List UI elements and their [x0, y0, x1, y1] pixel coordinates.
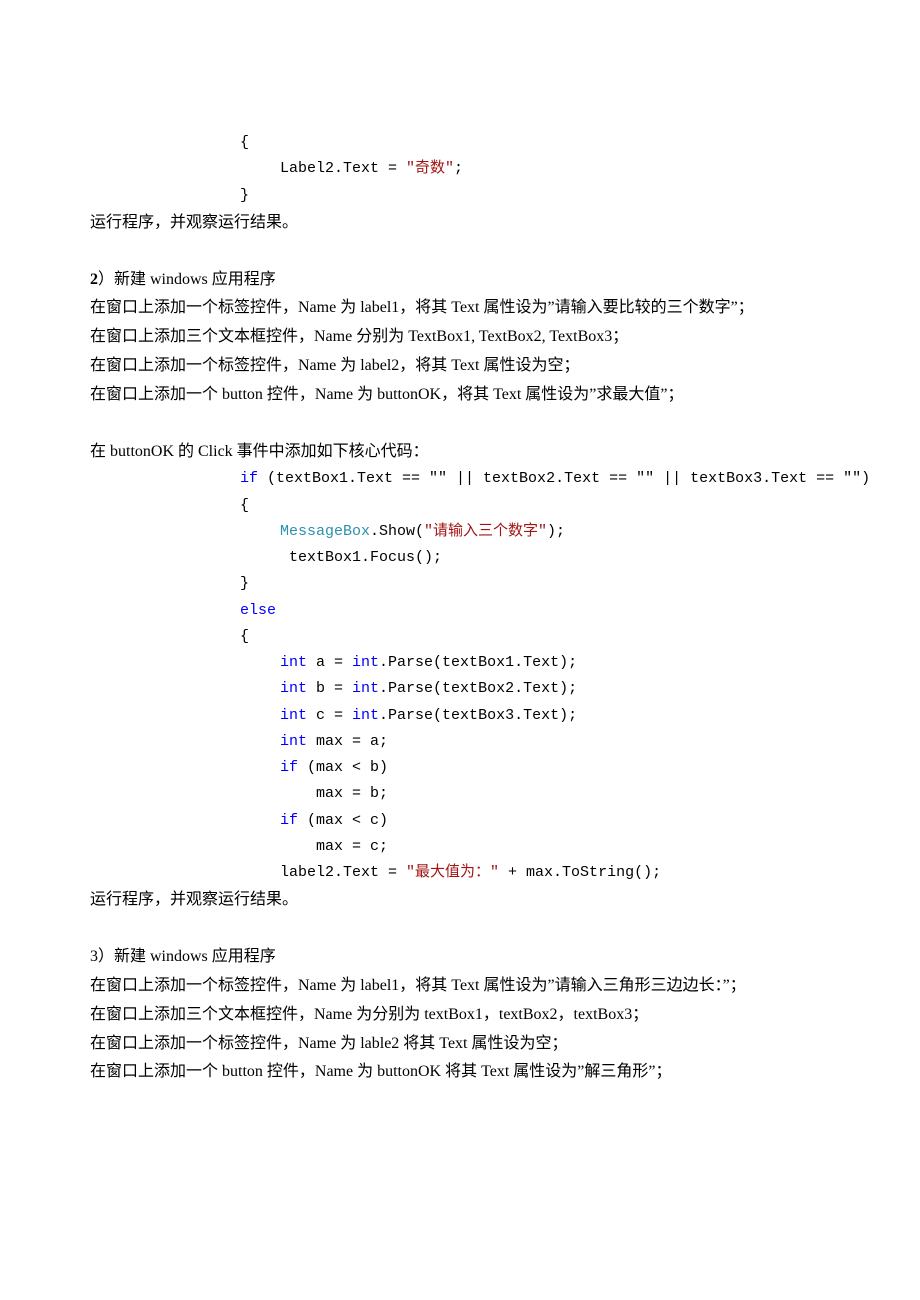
code-text: ; — [454, 160, 463, 177]
code-line: else — [90, 598, 830, 624]
paragraph: 在 buttonOK 的 Click 事件中添加如下核心代码： — [90, 438, 830, 467]
code-text: .Parse(textBox3.Text); — [379, 707, 577, 724]
code-text: (max < b) — [298, 759, 388, 776]
code-line: max = b; — [90, 781, 830, 807]
paragraph: 在窗口上添加一个标签控件，Name 为 label1，将其 Text 属性设为”… — [90, 294, 830, 323]
code-text: b = — [307, 680, 352, 697]
code-line: textBox1.Focus(); — [90, 545, 830, 571]
document-page: { Label2.Text = "奇数"; } 运行程序，并观察运行结果。 2）… — [0, 0, 920, 1300]
paragraph: 运行程序，并观察运行结果。 — [90, 886, 830, 915]
code-text: .Parse(textBox2.Text); — [379, 680, 577, 697]
section-number: 2 — [90, 271, 98, 288]
paragraph: 在窗口上添加一个标签控件，Name 为 lable2 将其 Text 属性设为空… — [90, 1030, 830, 1059]
paragraph: 运行程序，并观察运行结果。 — [90, 209, 830, 238]
code-text: ); — [547, 523, 565, 540]
code-keyword: if — [240, 470, 258, 487]
section-title-2: 2）新建 windows 应用程序 — [90, 266, 830, 295]
code-line: if (max < c) — [90, 808, 830, 834]
code-keyword: int — [280, 707, 307, 724]
code-text: + max.ToString(); — [499, 864, 661, 881]
code-line: if (max < b) — [90, 755, 830, 781]
code-line: { — [90, 624, 830, 650]
code-line: int c = int.Parse(textBox3.Text); — [90, 703, 830, 729]
code-keyword: int — [280, 680, 307, 697]
code-keyword: int — [352, 707, 379, 724]
paragraph: 在窗口上添加一个标签控件，Name 为 label2，将其 Text 属性设为空… — [90, 352, 830, 381]
code-keyword: int — [352, 654, 379, 671]
code-line: { — [90, 130, 830, 156]
code-keyword: if — [280, 812, 298, 829]
paragraph: 在窗口上添加三个文本框控件，Name 为分别为 textBox1，textBox… — [90, 1001, 830, 1030]
code-line: int max = a; — [90, 729, 830, 755]
code-text: c = — [307, 707, 352, 724]
paragraph: 在窗口上添加一个标签控件，Name 为 label1，将其 Text 属性设为”… — [90, 972, 830, 1001]
code-text: max = a; — [307, 733, 388, 750]
code-string: "请输入三个数字" — [424, 523, 547, 540]
code-text: .Show( — [370, 523, 424, 540]
code-text: a = — [307, 654, 352, 671]
code-line: if (textBox1.Text == "" || textBox2.Text… — [90, 466, 830, 492]
code-text: label2.Text = — [280, 864, 406, 881]
code-keyword: int — [352, 680, 379, 697]
code-string: "奇数" — [406, 160, 454, 177]
code-keyword: int — [280, 654, 307, 671]
code-line: { — [90, 493, 830, 519]
paragraph: 在窗口上添加一个 button 控件，Name 为 buttonOK，将其 Te… — [90, 381, 830, 410]
code-class: MessageBox — [280, 523, 370, 540]
code-text: (max < c) — [298, 812, 388, 829]
code-text: Label2.Text = — [280, 160, 406, 177]
code-line: int b = int.Parse(textBox2.Text); — [90, 676, 830, 702]
code-line: Label2.Text = "奇数"; — [90, 156, 830, 182]
code-keyword: else — [240, 602, 276, 619]
code-line: int a = int.Parse(textBox1.Text); — [90, 650, 830, 676]
code-keyword: int — [280, 733, 307, 750]
code-text: .Parse(textBox1.Text); — [379, 654, 577, 671]
paragraph: 在窗口上添加三个文本框控件，Name 分别为 TextBox1, TextBox… — [90, 323, 830, 352]
code-line: label2.Text = "最大值为：" + max.ToString(); — [90, 860, 830, 886]
code-line: } — [90, 183, 830, 209]
code-string: "最大值为：" — [406, 864, 499, 881]
code-line: max = c; — [90, 834, 830, 860]
section-title-3: 3）新建 windows 应用程序 — [90, 943, 830, 972]
code-text: (textBox1.Text == "" || textBox2.Text ==… — [258, 470, 870, 487]
code-line: } — [90, 571, 830, 597]
section-title-text: ）新建 windows 应用程序 — [98, 271, 276, 288]
code-line: MessageBox.Show("请输入三个数字"); — [90, 519, 830, 545]
code-keyword: if — [280, 759, 298, 776]
paragraph: 在窗口上添加一个 button 控件，Name 为 buttonOK 将其 Te… — [90, 1058, 830, 1087]
